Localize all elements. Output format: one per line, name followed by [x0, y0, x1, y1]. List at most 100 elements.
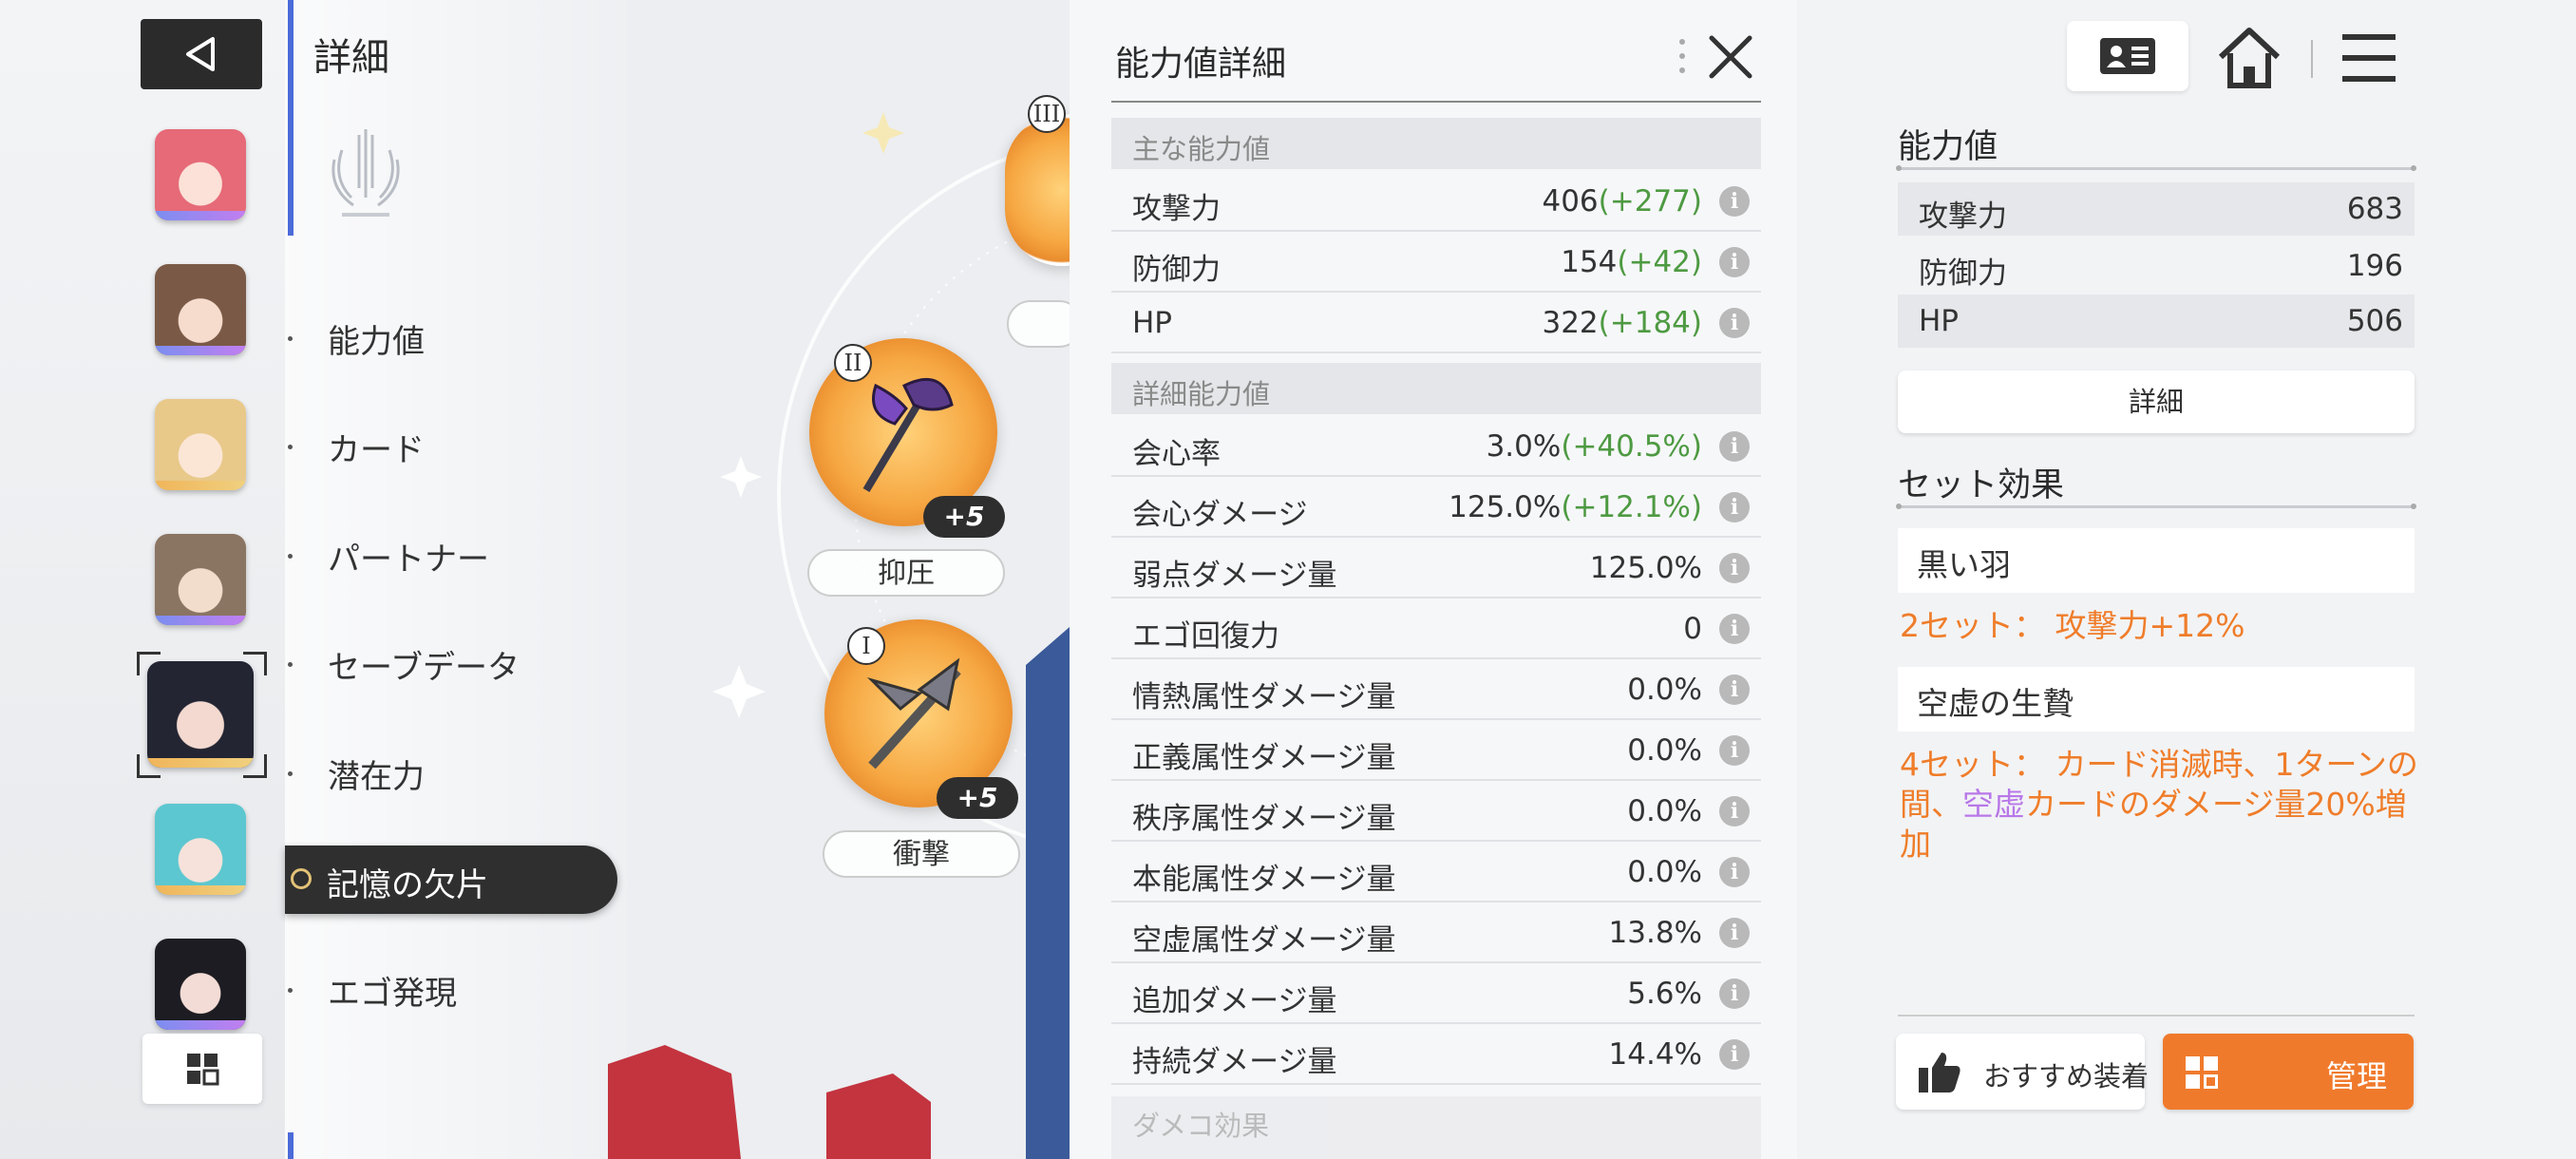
stat-name: 攻撃力	[1919, 200, 2007, 234]
info-icon[interactable]: i	[1719, 978, 1750, 1009]
memory-art-area: III II +5 抑圧 I +5 衝撃	[608, 0, 1070, 1159]
info-icon[interactable]: i	[1719, 614, 1750, 644]
enhance-level-badge: +5	[937, 777, 1018, 819]
set-name: 黒い羽	[1917, 546, 2011, 583]
manage-button[interactable]: 管理	[2163, 1034, 2414, 1110]
stat-value: 0	[1683, 612, 1702, 646]
menu-item-potential[interactable]: 潜在力	[328, 750, 425, 797]
profile-card-button[interactable]	[2067, 21, 2188, 91]
menu-item-save-data[interactable]: セーブデータ	[328, 641, 520, 688]
info-icon[interactable]: i	[1719, 247, 1750, 277]
character-avatar[interactable]	[155, 129, 246, 220]
heading-rule	[1896, 165, 2416, 171]
info-icon[interactable]: i	[1719, 1039, 1750, 1070]
menu-item-stats[interactable]: 能力値	[328, 315, 425, 362]
stat-name: 正義属性ダメージ量	[1132, 741, 1396, 775]
menu-item-memory-fragments[interactable]: 記憶の欠片	[285, 846, 617, 914]
stat-name: 本能属性ダメージ量	[1132, 863, 1396, 897]
character-avatar[interactable]	[155, 264, 246, 355]
id-card-icon	[2100, 38, 2155, 74]
memory-slot-label: 衝撃	[823, 830, 1020, 878]
section-header-partial: ダメコ効果	[1111, 1096, 1761, 1159]
section-header-label: ダメコ効果	[1132, 1110, 1270, 1142]
summary-stat-row: 防御力 196	[1898, 239, 2415, 293]
character-avatar[interactable]	[155, 939, 246, 1030]
close-icon[interactable]	[1704, 30, 1757, 84]
stat-value: 13.8%	[1608, 916, 1702, 950]
menu-item-partner[interactable]: パートナー	[328, 533, 489, 580]
slot-number: II	[834, 344, 872, 382]
stat-name: 弱点ダメージ量	[1132, 559, 1337, 593]
stat-name: 秩序属性ダメージ量	[1132, 802, 1396, 836]
info-icon[interactable]: i	[1719, 492, 1750, 522]
stat-name: 攻撃力	[1132, 192, 1221, 226]
set-effect-heading: セット効果	[1898, 466, 2065, 504]
menu-bullet	[288, 988, 293, 993]
info-icon[interactable]: i	[1719, 553, 1750, 583]
void-keyword: 空虚	[1962, 786, 2025, 823]
stat-row: 攻撃力 406(+277) i	[1111, 171, 1761, 232]
stat-row: エゴ回復力 0 i	[1111, 598, 1761, 659]
stat-row: 本能属性ダメージ量 0.0% i	[1111, 842, 1761, 902]
character-avatar-selected[interactable]	[147, 661, 254, 768]
set-effect-text: 4セット： カード消滅時、1ターンの間、空虚カードのダメージ量20%増加	[1900, 746, 2418, 863]
section-header: 詳細能力値	[1111, 363, 1761, 414]
grid-icon	[2186, 1056, 2218, 1089]
info-icon[interactable]: i	[1719, 857, 1750, 887]
menu-item-label: 記憶の欠片	[327, 866, 488, 904]
info-icon[interactable]: i	[1719, 796, 1750, 826]
stat-row: 追加ダメージ量 5.6% i	[1111, 963, 1761, 1024]
info-icon[interactable]: i	[1719, 308, 1750, 338]
back-arrow-icon	[186, 37, 215, 71]
page-title: 詳細	[313, 36, 389, 80]
stat-name: 会心ダメージ	[1132, 498, 1308, 532]
info-icon[interactable]: i	[1719, 918, 1750, 948]
panel-title: 能力値詳細	[1115, 45, 1287, 84]
stat-name: HP	[1919, 304, 1960, 338]
kebab-icon	[1679, 39, 1685, 73]
detail-button[interactable]: 詳細	[1898, 370, 2415, 433]
active-indicator-icon	[291, 868, 312, 889]
stat-row: HP 322(+184) i	[1111, 293, 1761, 353]
axe-icon	[862, 377, 954, 493]
character-avatar[interactable]	[155, 534, 246, 625]
stat-value: 406(+277)	[1542, 184, 1702, 218]
section-header-label: 主な能力値	[1132, 133, 1271, 165]
character-avatar[interactable]	[155, 399, 246, 490]
section-header: 主な能力値	[1111, 118, 1761, 169]
divider	[1898, 1015, 2415, 1016]
character-avatar[interactable]	[155, 804, 246, 895]
stat-value: 0.0%	[1627, 855, 1702, 889]
menu-bullet	[288, 445, 293, 449]
recommended-equip-button[interactable]: おすすめ装着	[1896, 1034, 2149, 1110]
back-button[interactable]	[141, 19, 262, 89]
grid-view-button[interactable]	[142, 1034, 262, 1104]
hamburger-icon	[2342, 34, 2396, 82]
set-name-box: 空虚の生贄	[1898, 667, 2415, 732]
stat-name: 追加ダメージ量	[1132, 984, 1337, 1018]
stat-name: HP	[1132, 306, 1173, 340]
home-button[interactable]	[2215, 25, 2283, 91]
stat-row: 秩序属性ダメージ量 0.0% i	[1111, 781, 1761, 842]
info-icon[interactable]: i	[1719, 735, 1750, 766]
menu-bullet	[288, 554, 293, 559]
menu-item-ego-manifest[interactable]: エゴ発現	[328, 967, 457, 1014]
summary-stat-row: HP 506	[1898, 294, 2415, 348]
stats-heading: 能力値	[1898, 128, 1998, 166]
menu-accent-bar	[288, 1132, 294, 1159]
main-menu-button[interactable]	[2335, 25, 2403, 91]
menu-item-cards[interactable]: カード	[328, 424, 425, 470]
stat-row: 会心率 3.0%(+40.5%) i	[1111, 416, 1761, 477]
info-icon[interactable]: i	[1719, 674, 1750, 705]
stat-value: 0.0%	[1627, 673, 1702, 707]
info-icon[interactable]: i	[1719, 186, 1750, 217]
stat-value: 506	[2346, 304, 2403, 338]
slot-number: I	[847, 627, 885, 665]
info-icon[interactable]: i	[1719, 431, 1750, 462]
stat-row: 防御力 154(+42) i	[1111, 232, 1761, 293]
stat-value: 683	[2346, 192, 2403, 226]
stat-name: 空虚属性ダメージ量	[1132, 923, 1396, 958]
stat-value: 196	[2346, 249, 2403, 283]
stat-row: 空虚属性ダメージ量 13.8% i	[1111, 902, 1761, 963]
stat-value: 125.0%(+12.1%)	[1449, 490, 1702, 524]
